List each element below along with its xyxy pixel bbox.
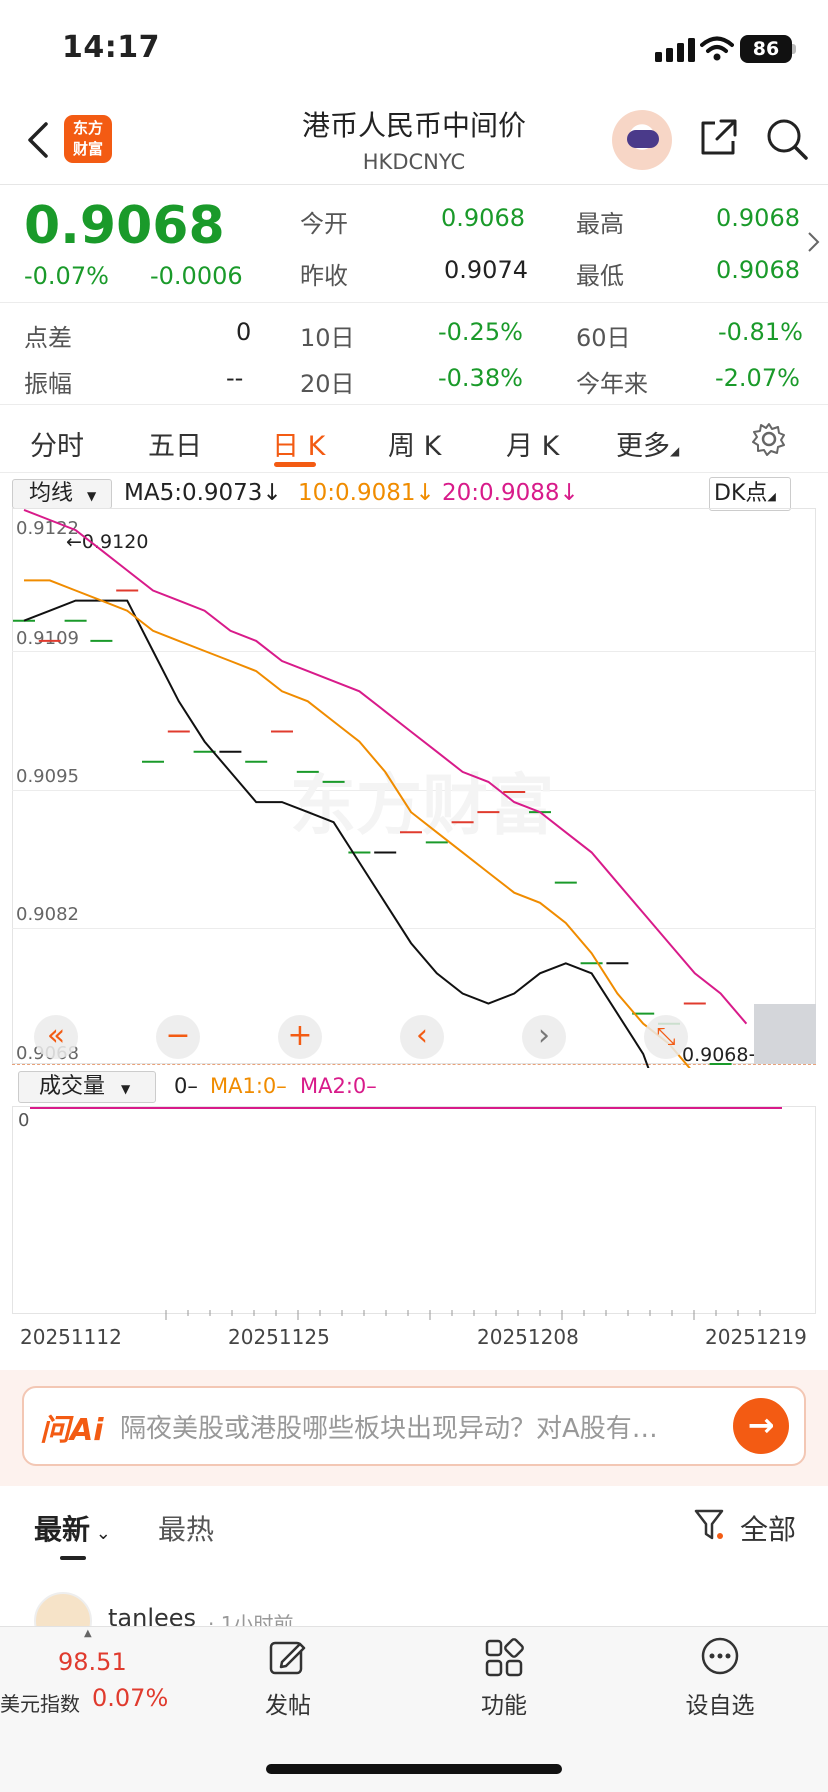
tab-weekly-k[interactable]: 周 K [388, 424, 441, 463]
scroll-left-button[interactable]: ‹ [400, 1015, 444, 1059]
kline-plot [13, 508, 748, 1068]
series-line-ma5 [23, 599, 650, 1068]
volume-ma2: MA2:0– [300, 1074, 377, 1098]
ma5-legend: MA5:0.9073↓ [124, 480, 282, 506]
amplitude-label: 振幅 [24, 370, 72, 398]
fullscreen-button[interactable]: ⤡ [644, 1015, 688, 1059]
nav-functions[interactable]: 功能 [474, 1686, 534, 1720]
d10-label: 10日 [300, 324, 355, 352]
spread-value: 0 [236, 318, 252, 346]
x-tick-label: 20251112 [20, 1325, 122, 1349]
high-label: 最高 [576, 210, 624, 238]
stats-divider [0, 404, 828, 405]
index-up-arrow: ▲ [84, 1628, 92, 1639]
signal-icon [655, 38, 695, 62]
active-tab-indicator [274, 462, 316, 467]
tab-daily-k[interactable]: 日 K [272, 424, 325, 463]
functions-icon[interactable] [484, 1638, 524, 1678]
header-divider [0, 184, 828, 185]
open-label: 今开 [300, 210, 348, 238]
feed-tab-indicator [60, 1556, 86, 1560]
d20-value: -0.38% [438, 364, 523, 392]
feed-tab-hot[interactable]: 最热 [158, 1508, 214, 1548]
feed-filter-all[interactable]: 全部 [740, 1508, 796, 1548]
usd-index-name[interactable]: 美元指数 [0, 1688, 80, 1717]
usd-index-change[interactable]: 0.07% [92, 1684, 168, 1712]
feed-tab-latest[interactable]: 最新 ⌄ [34, 1508, 111, 1548]
spread-label: 点差 [24, 324, 72, 352]
ai-assistant-face [627, 130, 659, 148]
ytd-label: 今年来 [576, 370, 648, 398]
high-value: 0.9068 [716, 204, 800, 232]
x-tick-label: 20251125 [228, 1325, 330, 1349]
settings-gear-icon[interactable] [752, 422, 786, 456]
d10-value: -0.25% [438, 318, 523, 346]
share-icon[interactable] [697, 117, 739, 159]
d20-label: 20日 [300, 370, 355, 398]
tab-intraday[interactable]: 分时 [30, 424, 84, 463]
tab-monthly-k[interactable]: 月 K [506, 424, 559, 463]
volume-ma-line [30, 1107, 782, 1109]
low-label: 最低 [576, 262, 624, 290]
battery-tip [792, 44, 796, 54]
ma20-legend: 20:0.9088↓ [442, 480, 579, 506]
tabs-divider [0, 472, 828, 473]
series-line-ma20 [23, 508, 748, 1025]
ask-ai-submit-button[interactable]: → [733, 1398, 789, 1454]
current-price: 0.9068 [24, 196, 225, 256]
battery-indicator: 86 [740, 35, 792, 63]
dk-point-button[interactable]: DK点◢ [709, 477, 791, 511]
volume-selector[interactable]: 成交量 ▼ [18, 1071, 156, 1103]
status-time: 14:17 [62, 30, 160, 65]
scroll-right-button[interactable]: › [522, 1015, 566, 1059]
quote-divider [0, 302, 828, 303]
nav-post[interactable]: 发帖 [258, 1686, 318, 1720]
d60-value: -0.81% [718, 318, 803, 346]
indicator-selector[interactable]: 均线 ▼ [12, 479, 112, 509]
x-tick-label: 20251208 [477, 1325, 579, 1349]
volume-ma1: MA1:0– [210, 1074, 287, 1098]
volume-value: 0– [174, 1074, 198, 1098]
ma10-legend: 10:0.9081↓ [298, 480, 435, 506]
volume-zero-label: 0 [18, 1110, 30, 1131]
more-dots-icon[interactable] [700, 1636, 740, 1676]
prev-close-label: 昨收 [300, 262, 348, 290]
d60-label: 60日 [576, 324, 631, 352]
search-icon[interactable] [765, 117, 809, 161]
post-icon[interactable] [268, 1638, 308, 1678]
home-indicator [266, 1764, 562, 1774]
low-value: 0.9068 [716, 256, 800, 284]
ytd-value: -2.07% [715, 364, 800, 392]
tab-more[interactable]: 更多◢ [616, 424, 679, 463]
change-percent: -0.07% [24, 262, 109, 290]
amplitude-value: -- [226, 364, 244, 392]
prev-close-value: 0.9074 [444, 256, 528, 284]
nav-add-watchlist[interactable]: 设自选 [680, 1686, 760, 1720]
open-value: 0.9068 [441, 204, 525, 232]
x-axis-ticks [165, 1310, 761, 1320]
change-amount: -0.0006 [150, 262, 243, 290]
ask-ai-placeholder[interactable]: 隔夜美股或港股哪些板块出现异动？对A股有… [120, 1408, 700, 1445]
x-tick-label: 20251219 [705, 1325, 807, 1349]
zoom-out-button[interactable]: − [156, 1015, 200, 1059]
zoom-in-button[interactable]: + [278, 1015, 322, 1059]
wifi-icon [700, 36, 734, 61]
usd-index-value[interactable]: 98.51 [58, 1648, 127, 1676]
volume-chart-frame[interactable] [12, 1106, 816, 1314]
jump-start-button[interactable]: « [34, 1015, 78, 1059]
tab-five-day[interactable]: 五日 [148, 424, 202, 463]
expand-right-icon[interactable] [806, 230, 822, 254]
series-line-ma10 [24, 579, 691, 1068]
filter-icon[interactable] [694, 1508, 726, 1542]
ask-ai-logo: 问Ai [40, 1413, 104, 1448]
